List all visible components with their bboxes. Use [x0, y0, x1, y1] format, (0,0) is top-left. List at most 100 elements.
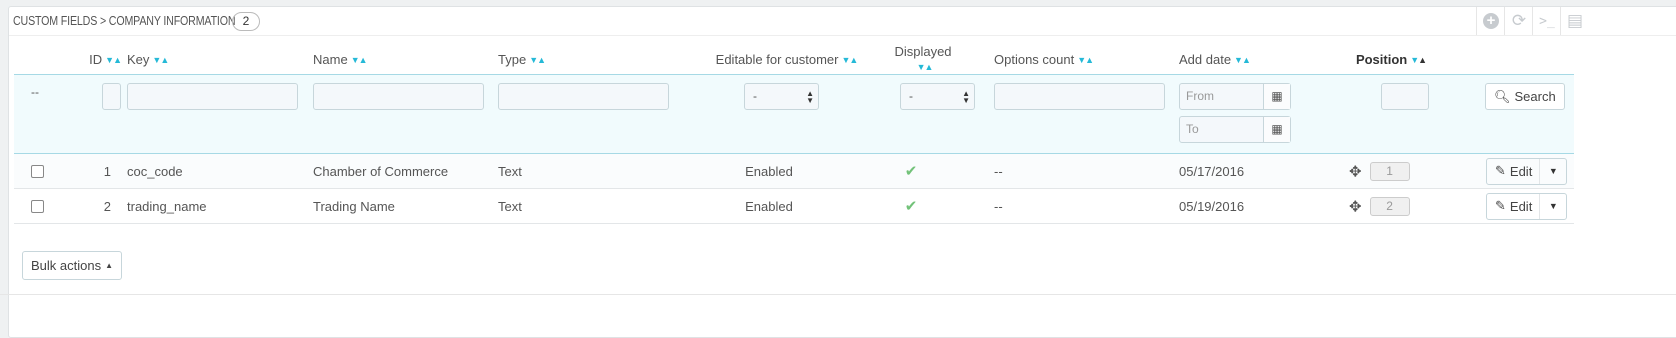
filter-key-input[interactable]	[127, 83, 298, 110]
row-select-checkbox[interactable]	[31, 164, 44, 178]
table-row[interactable]: 1 coc_code Chamber of Commerce Text Enab…	[14, 153, 1574, 189]
column-position-label: Position	[1355, 51, 1408, 67]
cell-id: 2	[66, 188, 127, 224]
panel-title: CUSTOM FIELDS > COMPANY INFORMATION	[13, 13, 236, 28]
filter-type-input[interactable]	[498, 83, 669, 110]
date-to-placeholder: To	[1186, 122, 1199, 136]
position-value: 1	[1369, 161, 1410, 181]
select-arrows-icon: ▲ ▼	[962, 89, 970, 105]
filter-dash-cell: --	[14, 74, 66, 154]
column-key-label: Key	[127, 51, 150, 67]
select-all-header	[14, 44, 66, 75]
date-from-placeholder: From	[1186, 89, 1214, 103]
filter-displayed-select[interactable]: - ▲ ▼	[900, 83, 975, 110]
table-row[interactable]: 2 trading_name Trading Name Text Enabled…	[14, 188, 1574, 224]
sort-arrows-icon[interactable]: ▼▲	[1410, 55, 1427, 65]
panel-heading: CUSTOM FIELDS > COMPANY INFORMATION 2 + …	[9, 7, 1676, 36]
export-icon: ▤	[1566, 11, 1584, 30]
add-new-icon: +	[1483, 13, 1499, 29]
column-header-position[interactable]: Position ▼▲	[1349, 44, 1485, 75]
cell-add-date: 05/19/2016	[1179, 188, 1349, 224]
filter-id-input[interactable]	[102, 83, 121, 110]
sort-arrows-icon[interactable]: ▼▲	[152, 55, 169, 65]
filter-row: -- - ▲ ▼ - ▲ ▼ From ▦ To ▦ 🔍︎ Search	[14, 74, 1574, 154]
refresh-button[interactable]: ⟳	[1504, 7, 1533, 35]
pencil-icon: ✎	[1495, 198, 1506, 213]
caret-up-icon: ▲	[105, 261, 114, 270]
column-header-options-count[interactable]: Options count ▼▲	[994, 44, 1179, 75]
filter-date-to[interactable]: To ▦	[1179, 116, 1291, 143]
add-new-button[interactable]: +	[1476, 7, 1505, 35]
export-button[interactable]: ▤	[1560, 7, 1589, 35]
cell-name: Trading Name	[313, 188, 498, 224]
search-button[interactable]: 🔍︎ Search	[1485, 83, 1565, 110]
search-button-label: Search	[1514, 89, 1556, 104]
edit-button[interactable]: ✎ Edit	[1487, 158, 1541, 184]
column-header-displayed[interactable]: Displayed ▼▲	[892, 44, 994, 75]
filter-date-from[interactable]: From ▦	[1179, 83, 1291, 110]
cell-type: Text	[498, 188, 706, 224]
cell-options-count: --	[994, 188, 1179, 224]
sort-arrows-icon[interactable]: ▼▲	[917, 62, 934, 72]
drag-handle-icon[interactable]: ✥	[1349, 163, 1362, 180]
sql-query-icon: >_	[1539, 13, 1555, 29]
filter-editable-select[interactable]: - ▲ ▼	[744, 83, 819, 110]
column-header-id[interactable]: ID ▼▲	[66, 44, 127, 75]
cell-key: trading_name	[127, 188, 313, 224]
filter-dash: --	[31, 85, 39, 99]
calendar-icon[interactable]: ▦	[1263, 84, 1290, 109]
cell-options-count: --	[994, 153, 1179, 189]
sql-query-button[interactable]: >_	[1532, 7, 1561, 35]
column-type-label: Type	[498, 51, 527, 67]
sort-arrows-icon[interactable]: ▼▲	[105, 55, 122, 65]
cell-name: Chamber of Commerce	[313, 153, 498, 189]
edit-button-group[interactable]: ✎ Edit ▼	[1486, 192, 1568, 220]
calendar-icon[interactable]: ▦	[1263, 117, 1290, 142]
edit-label: Edit	[1509, 163, 1533, 179]
filter-position-input[interactable]	[1381, 83, 1429, 110]
filter-name-input[interactable]	[313, 83, 484, 110]
edit-button[interactable]: ✎ Edit	[1487, 193, 1541, 219]
refresh-icon: ⟳	[1511, 11, 1527, 30]
displayed-check-icon[interactable]: ✔	[905, 163, 918, 180]
sort-arrows-icon[interactable]: ▼▲	[1234, 55, 1251, 65]
cell-editable: Enabled	[706, 153, 892, 189]
edit-button-group[interactable]: ✎ Edit ▼	[1486, 157, 1568, 185]
select-arrows-icon: ▲ ▼	[806, 89, 814, 105]
pencil-icon: ✎	[1495, 163, 1506, 178]
sort-arrows-icon[interactable]: ▼▲	[529, 55, 546, 65]
actions-header	[1485, 44, 1574, 75]
sort-arrows-icon[interactable]: ▼▲	[351, 55, 368, 65]
cell-type: Text	[498, 153, 706, 189]
search-icon: 🔍︎	[1494, 88, 1511, 104]
column-id-label: ID	[89, 51, 103, 67]
column-options-count-label: Options count	[994, 51, 1075, 67]
edit-label: Edit	[1509, 198, 1533, 214]
sort-arrows-icon[interactable]: ▼▲	[1077, 55, 1094, 65]
position-value: 2	[1369, 196, 1410, 216]
column-displayed-label: Displayed	[894, 44, 952, 59]
column-name-label: Name	[313, 51, 348, 67]
bulk-actions-button[interactable]: Bulk actions ▲	[22, 251, 123, 280]
filter-options-count-input[interactable]	[994, 83, 1165, 110]
column-header-name[interactable]: Name ▼▲	[313, 44, 498, 75]
displayed-check-icon[interactable]: ✔	[905, 198, 918, 215]
column-header-type[interactable]: Type ▼▲	[498, 44, 706, 75]
header-row: ID ▼▲ Key ▼▲ Name ▼▲ Type ▼▲ Editable for cu…	[14, 44, 1574, 75]
caret-down-icon[interactable]: ▼	[1540, 194, 1566, 219]
filter-displayed-value: -	[909, 89, 913, 103]
panel-footer-divider	[0, 294, 1676, 295]
cell-key: coc_code	[127, 153, 313, 189]
column-editable-label: Editable for customer	[715, 51, 839, 67]
caret-down-icon[interactable]: ▼	[1540, 159, 1566, 184]
cell-add-date: 05/17/2016	[1179, 153, 1349, 189]
cell-id: 1	[66, 153, 127, 189]
row-select-checkbox[interactable]	[31, 199, 44, 213]
sort-arrows-icon[interactable]: ▼▲	[842, 55, 859, 65]
drag-handle-icon[interactable]: ✥	[1349, 198, 1362, 215]
custom-fields-table: ID ▼▲ Key ▼▲ Name ▼▲ Type ▼▲ Editable for cu…	[14, 44, 1574, 224]
bulk-actions-label: Bulk actions	[31, 258, 102, 273]
column-header-add-date[interactable]: Add date ▼▲	[1179, 44, 1349, 75]
column-header-editable[interactable]: Editable for customer ▼▲	[706, 44, 892, 75]
column-header-key[interactable]: Key ▼▲	[127, 44, 313, 75]
